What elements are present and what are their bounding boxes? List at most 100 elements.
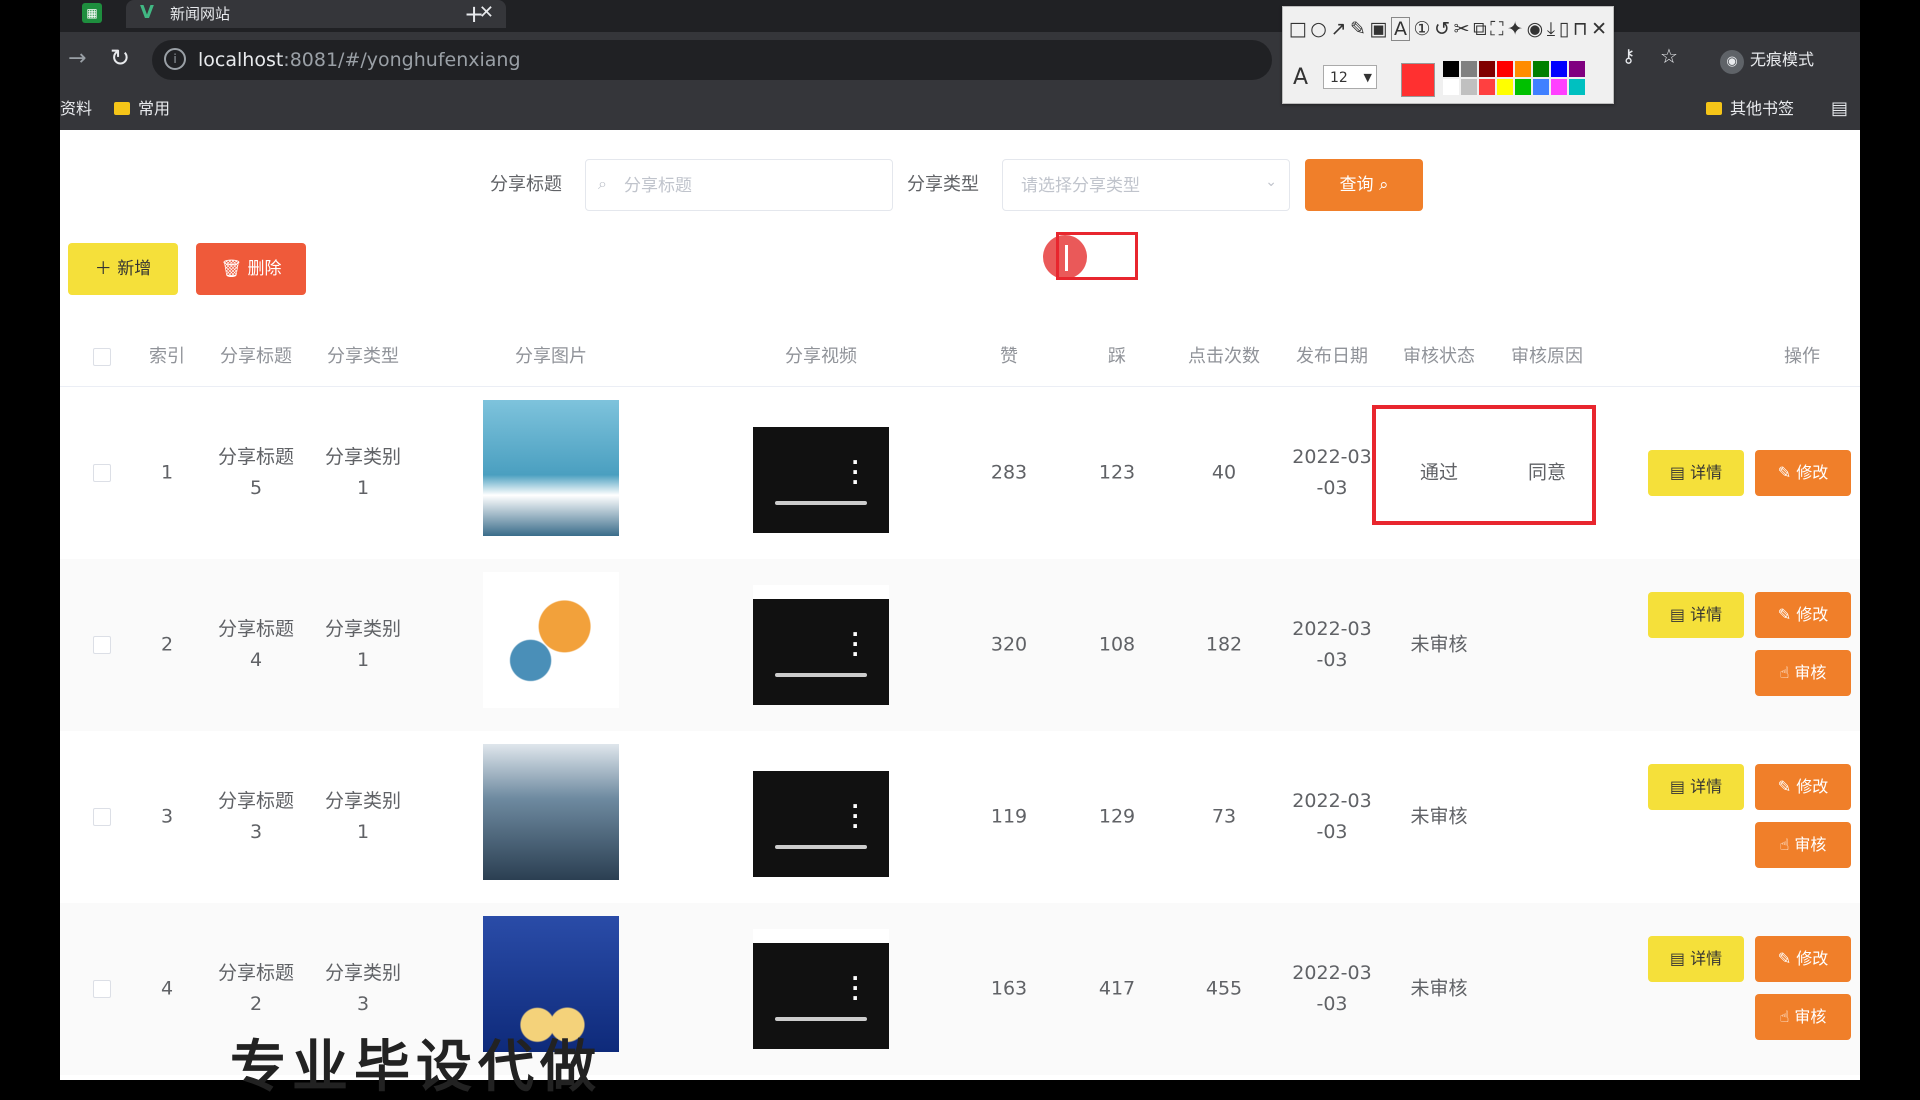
color-swatch[interactable] bbox=[1533, 61, 1549, 77]
ellipse-tool-icon[interactable]: ○ bbox=[1310, 18, 1327, 40]
mosaic-tool-icon[interactable]: ▣ bbox=[1369, 18, 1387, 40]
scissors-icon[interactable]: ✂ bbox=[1454, 18, 1470, 40]
current-color-swatch[interactable] bbox=[1401, 63, 1435, 97]
bookmark-folder-common[interactable]: 常用 bbox=[114, 98, 170, 120]
detail-button[interactable]: ▤ 详情 bbox=[1648, 936, 1744, 982]
translate-icon[interactable]: ⧉ bbox=[1473, 18, 1487, 40]
text-tool-icon[interactable]: A bbox=[1390, 17, 1410, 41]
color-swatch[interactable] bbox=[1461, 79, 1477, 95]
reading-list-icon[interactable]: ▤ bbox=[1831, 98, 1848, 119]
reload-icon[interactable]: ↻ bbox=[110, 44, 130, 72]
edit-button[interactable]: ✎ 修改 bbox=[1755, 450, 1851, 496]
color-swatch[interactable] bbox=[1515, 79, 1531, 95]
incognito-profile[interactable]: ◉ 无痕模式 bbox=[1720, 46, 1814, 74]
font-icon: A bbox=[1293, 65, 1309, 90]
forward-icon[interactable]: → bbox=[68, 46, 86, 71]
more-vertical-icon[interactable]: · · · bbox=[851, 968, 859, 1008]
share-image-thumbnail[interactable] bbox=[483, 744, 619, 880]
color-swatch[interactable] bbox=[1569, 79, 1585, 95]
video-progress-bar[interactable] bbox=[775, 845, 867, 849]
share-image-thumbnail[interactable] bbox=[483, 916, 619, 1052]
color-swatch[interactable] bbox=[1497, 79, 1513, 95]
row-checkbox[interactable] bbox=[93, 980, 111, 998]
video-progress-bar[interactable] bbox=[775, 501, 867, 505]
bookmark-icon[interactable]: ⊓ bbox=[1573, 18, 1588, 40]
pin-icon[interactable]: ✦ bbox=[1507, 18, 1523, 40]
row-checkbox[interactable] bbox=[93, 808, 111, 826]
save-icon[interactable]: ▯ bbox=[1559, 18, 1569, 40]
select-all-checkbox[interactable] bbox=[93, 348, 111, 366]
annotation-toolbar: □ ○ ↗ ✎ ▣ A ① ↺ ✂ ⧉ ⛶ ✦ ◉ ⤓ ▯ ⊓ ✕ A 12 ▼ bbox=[1282, 6, 1614, 104]
query-button[interactable]: 查询 ⌕ bbox=[1305, 159, 1423, 211]
bookmark-star-icon[interactable]: ☆ bbox=[1660, 44, 1678, 68]
site-info-icon[interactable]: i bbox=[164, 48, 186, 70]
arrow-tool-icon[interactable]: ↗ bbox=[1330, 18, 1346, 40]
color-palette bbox=[1443, 61, 1585, 95]
video-progress-bar[interactable] bbox=[775, 673, 867, 677]
color-swatch[interactable] bbox=[1515, 61, 1531, 77]
incognito-icon: ◉ bbox=[1720, 50, 1744, 74]
more-vertical-icon[interactable]: · · · bbox=[851, 796, 859, 836]
pinned-tab-icon[interactable]: ▦ bbox=[82, 3, 102, 23]
more-vertical-icon[interactable]: · · · bbox=[851, 452, 859, 492]
color-swatch[interactable] bbox=[1497, 61, 1513, 77]
delete-button[interactable]: 🗑 删除 bbox=[196, 243, 306, 295]
color-swatch[interactable] bbox=[1479, 61, 1495, 77]
share-title-input[interactable]: ⌕ 分享标题 bbox=[585, 159, 893, 211]
font-size-select[interactable]: 12 ▼ bbox=[1323, 65, 1377, 89]
browser-tab[interactable]: V 新闻网站 ✕ bbox=[126, 0, 506, 28]
rectangle-tool-icon[interactable]: □ bbox=[1289, 18, 1307, 40]
detail-button[interactable]: ▤ 详情 bbox=[1648, 764, 1744, 810]
edit-button[interactable]: ✎ 修改 bbox=[1755, 764, 1851, 810]
record-icon[interactable]: ◉ bbox=[1527, 18, 1544, 40]
color-swatch[interactable] bbox=[1479, 79, 1495, 95]
review-button[interactable]: ☝ 审核 bbox=[1755, 650, 1851, 696]
review-button[interactable]: ☝ 审核 bbox=[1755, 994, 1851, 1040]
share-image-thumbnail[interactable] bbox=[483, 400, 619, 536]
url-field[interactable]: i localhost:8081/#/yonghufenxiang bbox=[152, 40, 1272, 80]
cell-text: 详情 bbox=[1690, 605, 1723, 624]
close-icon[interactable]: ✕ bbox=[1591, 18, 1607, 40]
color-swatch[interactable] bbox=[1551, 79, 1567, 95]
undo-icon[interactable]: ↺ bbox=[1434, 18, 1450, 40]
share-video-player[interactable]: · · · bbox=[753, 585, 889, 705]
color-swatch[interactable] bbox=[1461, 61, 1477, 77]
row-date: 2022-03 -03 bbox=[1292, 442, 1371, 504]
bookmark-item[interactable]: 资料 bbox=[60, 98, 92, 120]
share-video-player[interactable]: · · · bbox=[753, 413, 889, 533]
document-icon: ▤ bbox=[1669, 463, 1691, 482]
video-progress-bar[interactable] bbox=[775, 1017, 867, 1021]
edit-button[interactable]: ✎ 修改 bbox=[1755, 936, 1851, 982]
new-tab-button[interactable]: + bbox=[464, 0, 484, 28]
row-type: 分享类别 1 bbox=[325, 442, 401, 504]
cell-text: 3 bbox=[160, 805, 174, 828]
add-button[interactable]: ＋ 新增 bbox=[68, 243, 178, 295]
row-checkbox[interactable] bbox=[93, 636, 111, 654]
download-icon[interactable]: ⤓ bbox=[1547, 18, 1555, 40]
detail-button[interactable]: ▤ 详情 bbox=[1648, 592, 1744, 638]
share-type-select[interactable]: 请选择分享类型 ⌄ bbox=[1002, 159, 1290, 211]
row-index: 3 bbox=[161, 802, 173, 833]
url-path: :8081/#/yonghufenxiang bbox=[283, 49, 521, 71]
key-icon[interactable]: ⚷ bbox=[1622, 46, 1635, 67]
header-status: 审核状态 bbox=[1403, 346, 1475, 367]
bookmark-folder-other[interactable]: 其他书签 bbox=[1706, 98, 1794, 120]
detail-button[interactable]: ▤ 详情 bbox=[1648, 450, 1744, 496]
pen-tool-icon[interactable]: ✎ bbox=[1350, 18, 1366, 40]
number-tool-icon[interactable]: ① bbox=[1414, 18, 1431, 40]
more-vertical-icon[interactable]: · · · bbox=[851, 624, 859, 664]
plus-icon: ＋ bbox=[94, 259, 112, 279]
scan-icon[interactable]: ⛶ bbox=[1490, 18, 1503, 40]
share-video-player[interactable]: · · · bbox=[753, 929, 889, 1049]
share-image-thumbnail[interactable] bbox=[483, 572, 619, 708]
row-title: 分享标题 3 bbox=[218, 786, 294, 848]
color-swatch[interactable] bbox=[1551, 61, 1567, 77]
color-swatch[interactable] bbox=[1443, 61, 1459, 77]
color-swatch[interactable] bbox=[1569, 61, 1585, 77]
row-checkbox[interactable] bbox=[93, 464, 111, 482]
edit-button[interactable]: ✎ 修改 bbox=[1755, 592, 1851, 638]
review-button[interactable]: ☝ 审核 bbox=[1755, 822, 1851, 868]
color-swatch[interactable] bbox=[1443, 79, 1459, 95]
share-video-player[interactable]: · · · bbox=[753, 757, 889, 877]
color-swatch[interactable] bbox=[1533, 79, 1549, 95]
